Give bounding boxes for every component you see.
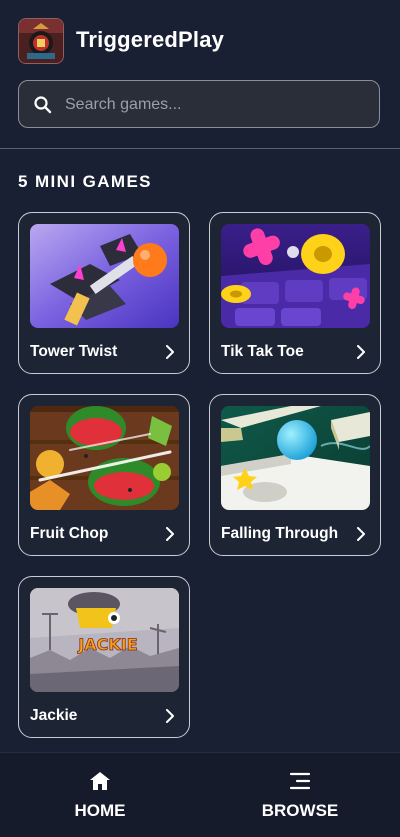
jackie-logo-text: JACKIE (77, 635, 137, 654)
tower-twist-thumbnail (30, 224, 179, 328)
falling-through-thumbnail (221, 406, 370, 510)
game-card-label: Falling Through (221, 525, 339, 542)
chevron-right-icon (166, 709, 174, 723)
chevron-right-icon (166, 527, 174, 541)
game-card-tower-twist[interactable]: Tower Twist (18, 212, 190, 374)
search-icon (34, 96, 52, 114)
nav-home[interactable]: HOME (0, 753, 200, 837)
chevron-right-icon (357, 527, 365, 541)
menu-icon (289, 772, 311, 790)
tik-tak-toe-thumbnail (221, 224, 370, 328)
search-bar[interactable] (18, 80, 380, 129)
game-card-jackie[interactable]: JACKIE Jackie (18, 576, 190, 738)
bottom-nav: HOME BROWSE (0, 752, 400, 837)
app-header: TriggeredPlay (0, 0, 400, 80)
home-icon (90, 772, 110, 790)
game-card-fruit-chop[interactable]: Fruit Chop (18, 394, 190, 556)
nav-home-label: HOME (74, 801, 126, 820)
app-title: TriggeredPlay (76, 27, 225, 52)
chevron-right-icon (357, 345, 365, 359)
nav-browse-label: BROWSE (261, 801, 339, 820)
app-logo-icon[interactable] (18, 18, 64, 64)
game-card-label: Jackie (30, 707, 78, 724)
section-title: 5 MINI GAMES (18, 172, 152, 191)
game-card-label: Fruit Chop (30, 525, 109, 542)
chevron-right-icon (166, 345, 174, 359)
search-input[interactable] (63, 81, 367, 129)
game-card-label: Tower Twist (30, 343, 118, 360)
jackie-thumbnail: JACKIE (30, 588, 179, 692)
game-card-falling-through[interactable]: Falling Through (209, 394, 381, 556)
nav-browse[interactable]: BROWSE (200, 753, 400, 837)
header-divider (0, 148, 400, 149)
game-card-tik-tak-toe[interactable]: Tik Tak Toe (209, 212, 381, 374)
game-card-label: Tik Tak Toe (221, 343, 304, 360)
fruit-chop-thumbnail (30, 406, 179, 510)
